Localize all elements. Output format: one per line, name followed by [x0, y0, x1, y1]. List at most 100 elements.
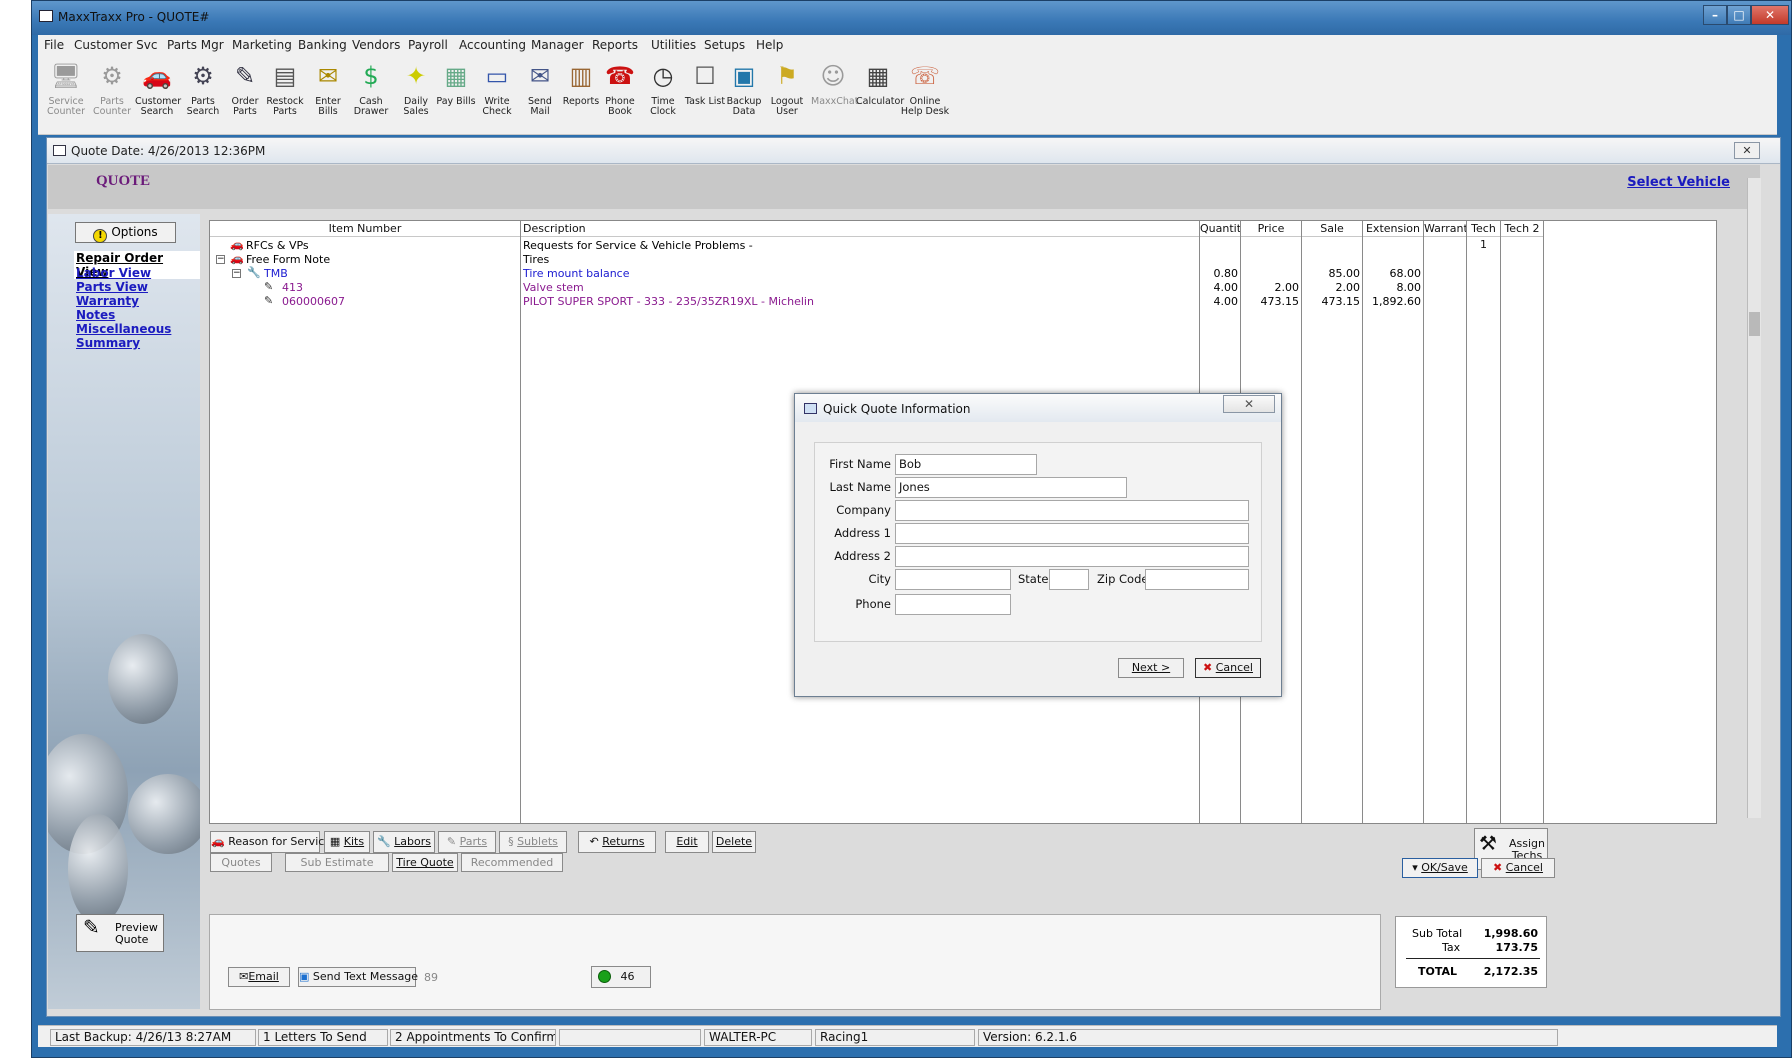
first-name-field[interactable]: Bob [895, 454, 1037, 475]
reason-for-service-button[interactable]: 🚗 Reason for Service [210, 831, 331, 853]
toolbar-customer-search-button[interactable]: 🚗 Customer Search [135, 59, 181, 117]
collapse-toggle[interactable]: − [216, 255, 225, 264]
address-2-field[interactable] [895, 546, 1249, 567]
toolbar-cash-drawer-button[interactable]: $ Cash Drawer [349, 59, 393, 117]
service-counter-icon: 🖥 [50, 62, 82, 90]
menu-vendors[interactable]: Vendors [350, 35, 402, 55]
logout-user-icon: ⚑ [776, 62, 798, 90]
toolbar-enter-bills-button[interactable]: ✉ Enter Bills [306, 59, 350, 117]
toolbar-time-clock-button[interactable]: ◷ Time Clock [641, 59, 685, 117]
dialog-title-bar[interactable]: Quick Quote Information ✕ [795, 394, 1281, 422]
column-header-tech-1[interactable]: Tech 1 [1467, 221, 1500, 251]
menu-utilities[interactable]: Utilities [649, 35, 698, 55]
tab-quotes[interactable]: Quotes [210, 853, 272, 872]
status-indicator-button[interactable]: 46 [591, 966, 651, 988]
column-header-item-number[interactable]: Item Number [210, 221, 520, 237]
dialog-cancel-button[interactable]: ✖ Cancel [1195, 658, 1261, 678]
warranty-link[interactable]: Warranty [76, 294, 139, 308]
select-vehicle-link[interactable]: Select Vehicle [1627, 175, 1730, 190]
summary-link[interactable]: Summary [76, 336, 140, 350]
collapse-toggle[interactable]: − [232, 269, 241, 278]
toolbar-backup-data-button[interactable]: ▣ Backup Data [722, 59, 766, 117]
toolbar-phone-book-button[interactable]: ☎ Phone Book [598, 59, 642, 117]
toolbar-calculator-button[interactable]: ▦ Calculator [856, 59, 904, 107]
toolbar-parts-counter-button[interactable]: ⚙ Parts Counter [90, 59, 134, 117]
city-field[interactable] [895, 569, 1011, 590]
next-button[interactable]: Next > [1118, 658, 1184, 678]
dialog-form: First Name Bob Last Name Jones Company A… [814, 442, 1262, 642]
scrollbar-thumb[interactable] [1749, 312, 1760, 336]
column-header-sale[interactable]: Sale [1302, 221, 1362, 237]
menu-file[interactable]: File [42, 35, 66, 55]
toolbar-maxxchat-button[interactable]: ☺ MaxxChat [811, 59, 858, 107]
send-text-message-button[interactable]: ▣ Send Text Message [298, 967, 418, 987]
parts-view-link[interactable]: Parts View [76, 280, 148, 294]
minimize-button[interactable]: – [1703, 5, 1727, 25]
menu-parts-mgr[interactable]: Parts Mgr [165, 35, 226, 55]
toolbar-write-check-button[interactable]: ▭ Write Check [475, 59, 519, 117]
options-button[interactable]: ! Options [75, 222, 176, 243]
tab-sub-estimate[interactable]: Sub Estimate [285, 853, 389, 872]
menu-accounting[interactable]: Accounting [457, 35, 528, 55]
tax-label: Tax [1442, 941, 1461, 954]
title-bar[interactable]: MaxxTraxx Pro - QUOTE# – □ ✕ [32, 1, 1791, 35]
close-dialog-button[interactable]: ✕ [1223, 395, 1275, 413]
column-header-price[interactable]: Price [1241, 221, 1301, 237]
column-header-quantity[interactable]: Quantity [1200, 221, 1248, 237]
address-1-field[interactable] [895, 523, 1249, 544]
column-header-description[interactable]: Description [521, 221, 1199, 237]
phone-field[interactable] [895, 594, 1011, 615]
close-window-button[interactable]: ✕ [1751, 5, 1789, 25]
miscellaneous-link[interactable]: Miscellaneous [76, 322, 171, 336]
delete-button[interactable]: Delete [712, 831, 756, 853]
toolbar-parts-search-button[interactable]: ⚙ Parts Search [181, 59, 225, 117]
item-number-cell: 413 [282, 281, 303, 294]
menu-setups[interactable]: Setups [702, 35, 747, 55]
state-field[interactable] [1049, 569, 1089, 590]
toolbar-restock-parts-button[interactable]: ▤ Restock Parts [263, 59, 307, 117]
toolbar-order-parts-button[interactable]: ✎ Order Parts [223, 59, 267, 117]
email-button[interactable]: ✉Email [228, 967, 290, 987]
menu-payroll[interactable]: Payroll [406, 35, 450, 55]
status-appointments[interactable]: 2 Appointments To Confirm [390, 1029, 556, 1046]
toolbar-pay-bills-button[interactable]: ▦ Pay Bills [434, 59, 478, 107]
labor-view-link[interactable]: Labor View [76, 266, 151, 280]
returns-button[interactable]: ↶ Returns [578, 831, 656, 853]
preview-quote-button[interactable]: ✎ Preview Quote [76, 914, 164, 952]
toolbar-service-counter-button[interactable]: 🖥 Service Counter [44, 59, 88, 117]
ok-save-button[interactable]: ▾ OK/Save [1402, 858, 1478, 878]
column-header-extension[interactable]: Extension [1363, 221, 1423, 237]
menu-reports[interactable]: Reports [590, 35, 640, 55]
column-divider [520, 221, 521, 823]
close-document-button[interactable]: ✕ [1734, 142, 1760, 159]
status-letters[interactable]: 1 Letters To Send [258, 1029, 388, 1046]
menu-help[interactable]: Help [754, 35, 785, 55]
sublets-button[interactable]: § Sublets [499, 831, 567, 853]
toolbar-daily-sales-button[interactable]: ✦ Daily Sales [394, 59, 438, 117]
edit-button[interactable]: Edit [665, 831, 709, 853]
tab-recommended[interactable]: Recommended [461, 853, 563, 872]
toolbar-logout-user-button[interactable]: ⚑ Logout User [765, 59, 809, 117]
toolbar-help-desk-button[interactable]: ☏ Online Help Desk [899, 59, 951, 117]
labors-button[interactable]: 🔧 Labors [373, 831, 435, 853]
menu-marketing[interactable]: Marketing [230, 35, 294, 55]
kits-button[interactable]: ▦ Kits [324, 831, 370, 853]
column-header-tech-2[interactable]: Tech 2 [1501, 221, 1543, 237]
parts-button[interactable]: ✎ Parts [438, 831, 496, 853]
toolbar-reports-button[interactable]: ▥ Reports [559, 59, 603, 107]
last-name-field[interactable]: Jones [895, 477, 1127, 498]
notes-link[interactable]: Notes [76, 308, 115, 322]
grid-scrollbar[interactable] [1747, 178, 1761, 818]
toolbar-send-mail-button[interactable]: ✉ Send Mail [518, 59, 562, 117]
menu-manager[interactable]: Manager [529, 35, 586, 55]
cancel-button[interactable]: ✖ Cancel [1481, 858, 1555, 878]
column-header-warranty[interactable]: Warranty [1424, 221, 1474, 237]
toolbar-task-list-button[interactable]: ☐ Task List [683, 59, 727, 107]
notes-area[interactable] [209, 914, 1381, 1010]
tab-tire-quote[interactable]: Tire Quote [392, 853, 458, 872]
menu-banking[interactable]: Banking [296, 35, 349, 55]
company-field[interactable] [895, 500, 1249, 521]
zip-code-field[interactable] [1145, 569, 1249, 590]
menu-customer-svc[interactable]: Customer Svc [72, 35, 159, 55]
maximize-button[interactable]: □ [1727, 5, 1751, 25]
